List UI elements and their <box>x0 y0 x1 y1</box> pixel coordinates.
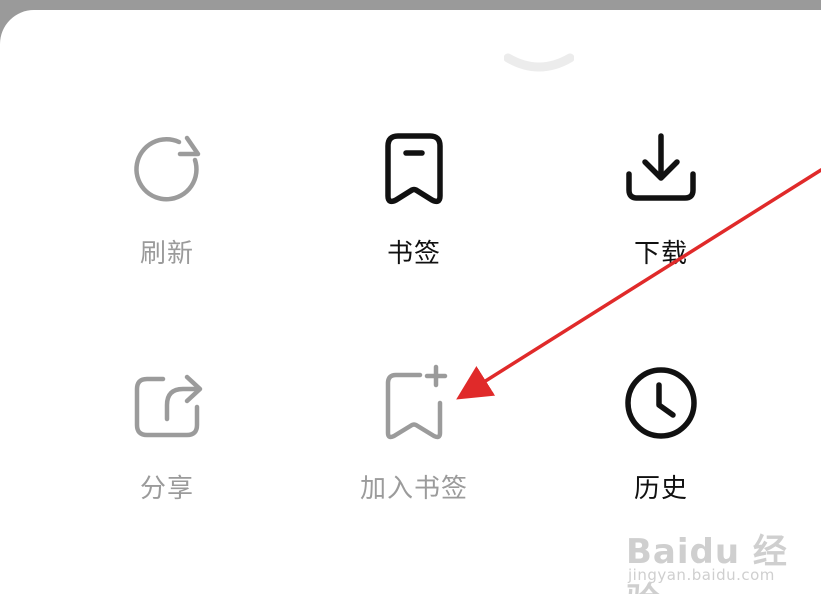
chevron-down-icon[interactable] <box>504 50 574 80</box>
add-bookmark-button[interactable]: 加入书签 <box>334 363 494 533</box>
screen: 刷新 书签 下载 分享 加入书签 历史 Baidu 经 jingyan.baid… <box>0 0 821 594</box>
add-bookmark-label: 加入书签 <box>359 474 468 504</box>
refresh-button[interactable]: 刷新 <box>87 128 247 298</box>
bookmarks-button[interactable]: 书签 <box>334 128 494 298</box>
bookmark-icon <box>385 133 443 205</box>
refresh-label: 刷新 <box>139 239 194 269</box>
share-button[interactable]: 分享 <box>87 363 247 533</box>
bottom-sheet-menu: 刷新 书签 下载 分享 加入书签 历史 Baidu 经 jingyan.baid… <box>0 10 821 594</box>
share-icon <box>134 374 203 438</box>
add-bookmark-icon <box>385 364 448 440</box>
refresh-icon <box>134 135 201 202</box>
download-label: 下载 <box>633 239 688 269</box>
download-icon <box>626 133 696 201</box>
history-button[interactable]: 历史 <box>581 363 741 533</box>
watermark-url: jingyan.baidu.com <box>628 566 775 584</box>
history-icon <box>625 367 697 439</box>
bookmarks-label: 书签 <box>386 239 441 269</box>
history-label: 历史 <box>633 474 688 504</box>
download-button[interactable]: 下载 <box>581 128 741 298</box>
baidu-watermark: Baidu 经验 jingyan.baidu.com <box>626 516 816 594</box>
share-label: 分享 <box>139 474 194 504</box>
